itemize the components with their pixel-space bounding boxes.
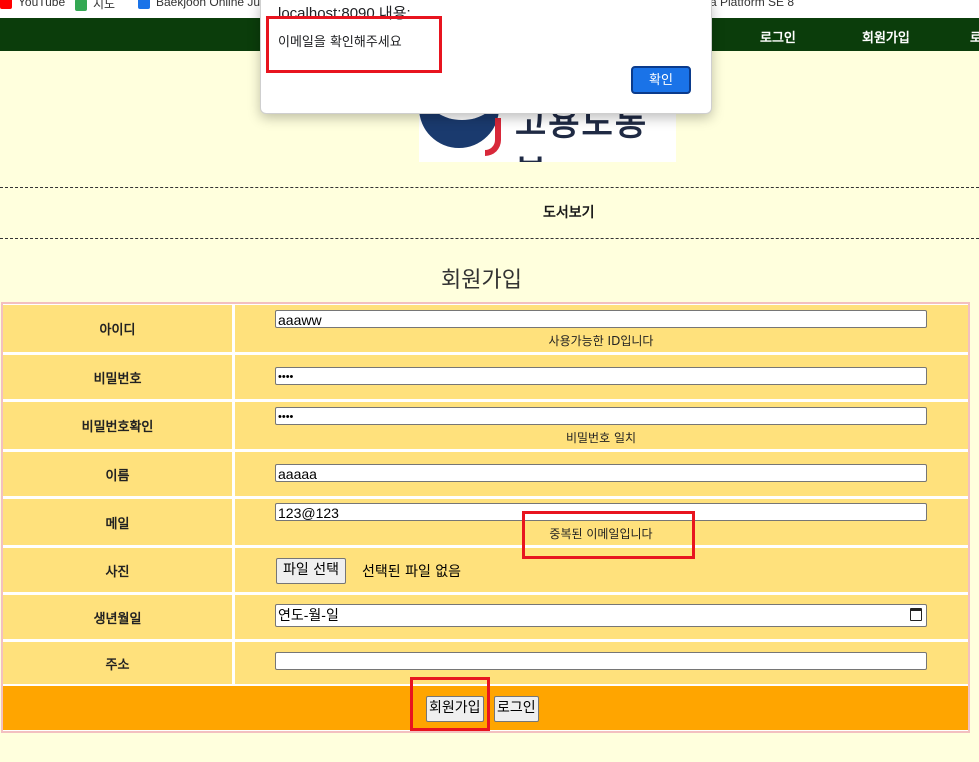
password-match-message: 비밀번호 일치 <box>565 431 637 445</box>
form-row-email: 메일 123@123 중복된 이메일입니다 <box>3 499 968 545</box>
id-label: 아이디 <box>3 305 232 352</box>
bookmark-java-platform[interactable]: a Platform SE 8 <box>710 0 794 9</box>
form-row-name: 이름 aaaaa <box>3 452 968 496</box>
password-confirm-cell: •••• 비밀번호 일치 <box>235 402 968 449</box>
id-input[interactable]: aaaww <box>275 310 927 328</box>
password-cell: •••• <box>235 355 968 399</box>
dialog-ok-button[interactable]: 확인 <box>631 66 691 94</box>
email-label: 메일 <box>3 499 232 545</box>
baekjoon-icon <box>138 0 150 9</box>
menu-divider-bottom <box>0 238 979 239</box>
birth-date-placeholder: 연도-월-일 <box>278 607 339 623</box>
logo-emblem-accent <box>485 118 501 156</box>
menu-divider-top <box>0 187 979 188</box>
nav-signup-link[interactable]: 회원가입 <box>862 27 910 46</box>
birth-cell: 연도-월-일 <box>235 595 968 639</box>
name-cell: aaaaa <box>235 452 968 496</box>
form-row-birth: 생년월일 연도-월-일 <box>3 595 968 639</box>
file-status-text: 선택된 파일 없음 <box>362 564 462 580</box>
name-label: 이름 <box>3 452 232 496</box>
menu-books-link[interactable]: 도서보기 <box>543 202 595 222</box>
bookmark-baekjoon[interactable]: Baekjoon Online Ju <box>138 0 260 9</box>
nav-login-link[interactable]: 로그인 <box>760 27 796 46</box>
login-button[interactable]: 로그인 <box>494 696 539 722</box>
birth-label: 생년월일 <box>3 595 232 639</box>
highlight-signup-button <box>410 677 490 731</box>
birth-date-input[interactable]: 연도-월-일 <box>275 604 927 627</box>
address-label: 주소 <box>3 642 232 684</box>
address-input[interactable] <box>275 652 927 670</box>
highlight-dialog-message <box>266 16 442 73</box>
address-cell <box>235 642 968 684</box>
id-check-message: 사용가능한 ID입니다 <box>548 334 654 348</box>
form-row-id: 아이디 aaaww 사용가능한 ID입니다 <box>3 305 968 352</box>
form-row-photo: 사진 파일 선택 선택된 파일 없음 <box>3 548 968 592</box>
password-input[interactable]: •••• <box>275 367 927 385</box>
file-select-button[interactable]: 파일 선택 <box>276 558 346 584</box>
name-input[interactable]: aaaaa <box>275 464 927 482</box>
calendar-icon[interactable] <box>910 608 922 621</box>
password-confirm-label: 비밀번호확인 <box>3 402 232 449</box>
youtube-icon <box>0 0 12 9</box>
password-confirm-input[interactable]: •••• <box>275 407 927 425</box>
photo-label: 사진 <box>3 548 232 592</box>
highlight-email-message <box>522 511 695 559</box>
password-label: 비밀번호 <box>3 355 232 399</box>
bookmark-youtube[interactable]: YouTube <box>0 0 65 9</box>
id-cell: aaaww 사용가능한 ID입니다 <box>235 305 968 352</box>
bookmark-maps[interactable]: 지도 <box>75 0 115 12</box>
maps-icon <box>75 0 87 11</box>
nav-extra-link[interactable]: 로 <box>970 27 979 46</box>
form-row-password: 비밀번호 •••• <box>3 355 968 399</box>
page-title: 회원가입 <box>441 268 522 293</box>
form-row-password-confirm: 비밀번호확인 •••• 비밀번호 일치 <box>3 402 968 449</box>
